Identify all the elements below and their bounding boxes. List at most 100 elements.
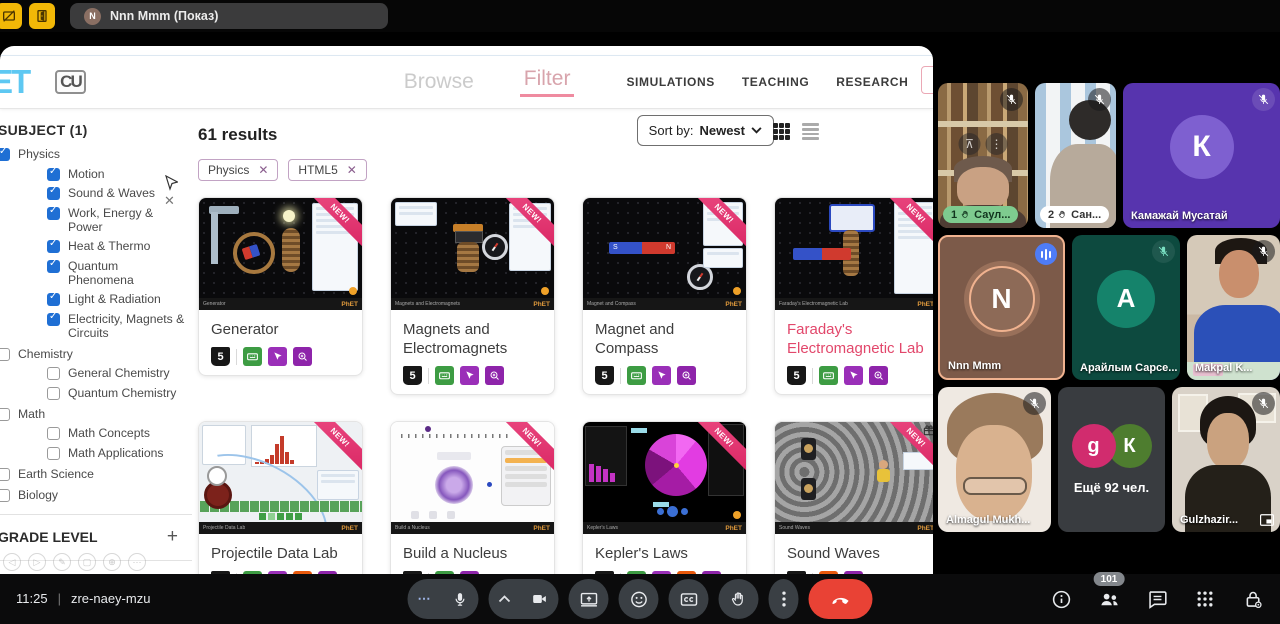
participant-count-badge: 101 xyxy=(1094,572,1125,586)
reactions-button[interactable] xyxy=(619,579,659,619)
sim-title[interactable]: Kepler's Laws xyxy=(595,544,734,563)
raise-hand-button[interactable] xyxy=(719,579,759,619)
back-icon[interactable]: ◁ xyxy=(3,553,21,571)
camera-icon[interactable] xyxy=(521,591,559,607)
participants-button[interactable]: 101 xyxy=(1094,584,1124,614)
phet-logo[interactable]: ET xyxy=(0,63,29,101)
more-icon[interactable]: ⋯ xyxy=(128,553,146,571)
phet-menu-button xyxy=(349,287,357,295)
remove-chip-icon[interactable]: ✕ xyxy=(258,163,268,177)
forward-icon[interactable]: ▷ xyxy=(28,553,46,571)
sim-title[interactable]: Faraday's Electromagnetic Lab xyxy=(787,320,926,358)
pin-icon[interactable]: ⊼ xyxy=(959,133,981,155)
board-icon[interactable]: ▢ xyxy=(78,553,96,571)
sim-title[interactable]: Build a Nucleus xyxy=(403,544,542,563)
filter-quantum[interactable]: Quantum Phenomena xyxy=(47,259,192,287)
presentation-off-button[interactable] xyxy=(0,3,22,29)
participant-tile-san[interactable]: 2 Сан... xyxy=(1035,83,1116,228)
cu-logo[interactable]: CU xyxy=(55,70,86,94)
nav-research[interactable]: RESEARCH xyxy=(836,75,908,89)
sim-title[interactable]: Sound Waves xyxy=(787,544,926,563)
grid-view-button[interactable] xyxy=(773,123,790,140)
info-icon xyxy=(1051,589,1072,610)
sim-title[interactable]: Generator xyxy=(211,320,350,339)
filter-heat-thermo[interactable]: Heat & Thermo xyxy=(47,239,192,253)
mic-icon[interactable] xyxy=(442,591,479,608)
sim-title[interactable]: Magnet and Compass xyxy=(595,320,734,358)
keyboard-badge xyxy=(243,347,262,366)
sort-dropdown[interactable]: Sort by: Newest xyxy=(637,115,774,146)
presenting-pill[interactable]: N Nnn Mmm (Показ) xyxy=(70,3,388,29)
magnifier-icon[interactable]: ⊕ xyxy=(103,553,121,571)
sim-card-projectile-data-lab[interactable]: NEW! Projectile Data LabPhET Projectile … xyxy=(198,421,363,574)
sort-value: Newest xyxy=(699,123,745,138)
picture-in-picture-icon[interactable] xyxy=(1260,514,1274,526)
filter-earth-science[interactable]: Earth Science xyxy=(0,467,192,481)
camera-control[interactable] xyxy=(489,579,559,619)
filter-biology[interactable]: Biology xyxy=(0,488,192,502)
filter-math[interactable]: Math xyxy=(0,407,192,421)
chat-button[interactable] xyxy=(1142,584,1172,614)
activities-button[interactable] xyxy=(1190,584,1220,614)
participant-tile-kamazhai[interactable]: К Камажай Мусатай xyxy=(1123,83,1280,228)
more-vertical-icon xyxy=(781,590,786,608)
pen-icon[interactable]: ✎ xyxy=(53,553,71,571)
nav-simulations[interactable]: SIMULATIONS xyxy=(626,75,714,89)
leave-room-button[interactable] xyxy=(29,3,55,29)
participant-tile-gulzhazir[interactable]: Gulzhazir... xyxy=(1172,387,1280,532)
sim-card-magnets-electromagnets[interactable]: NEW! Magnets and ElectromagnetsPhET Magn… xyxy=(390,197,555,395)
sim-title[interactable]: Projectile Data Lab xyxy=(211,544,350,563)
host-controls-button[interactable] xyxy=(1238,584,1268,614)
participant-tile-arailym[interactable]: A Арайлым Сарсе... xyxy=(1072,235,1180,380)
tab-filter[interactable]: Filter xyxy=(520,67,575,97)
mouse-cursor-icon xyxy=(165,175,178,192)
sim-card-keplers-laws[interactable]: NEW! Kepler's LawsPhET Kepler's Laws 5 xyxy=(582,421,747,574)
mic-control[interactable]: ⋯ xyxy=(408,579,479,619)
participant-tile-makpal[interactable]: Makpal K... xyxy=(1187,235,1280,380)
meeting-details-button[interactable] xyxy=(1046,584,1076,614)
donate-button-partial[interactable] xyxy=(921,66,933,94)
filter-general-chemistry[interactable]: General Chemistry xyxy=(47,366,192,380)
filter-math-applications[interactable]: Math Applications xyxy=(47,446,192,460)
filter-work-energy[interactable]: Work, Energy & Power xyxy=(47,206,192,234)
close-filter-icon[interactable]: ✕ xyxy=(164,193,175,209)
present-screen-icon xyxy=(579,590,598,609)
sim-thumbnail: SN NEW! xyxy=(583,198,746,298)
participant-tile-almagul[interactable]: Almagul Mukh... xyxy=(938,387,1051,532)
meeting-control-bar: 11:25 | zre-naey-mzu ⋯ xyxy=(0,574,1280,624)
mic-options-icon[interactable]: ⋯ xyxy=(408,591,442,607)
filter-physics[interactable]: Physics xyxy=(0,147,192,161)
chip-html5[interactable]: HTML5✕ xyxy=(288,159,366,181)
list-view-button[interactable] xyxy=(802,123,819,140)
end-call-button[interactable] xyxy=(809,579,873,619)
participant-tile-saule[interactable]: ⊼⋮ 1 Саул... xyxy=(938,83,1028,228)
filter-math-concepts[interactable]: Math Concepts xyxy=(47,426,192,440)
tab-browse[interactable]: Browse xyxy=(404,70,474,94)
sim-card-sound-waves[interactable]: NEW! Sound WavesPhET Sound Waves 5 xyxy=(774,421,933,574)
filter-chemistry[interactable]: Chemistry xyxy=(0,347,192,361)
grade-level-section[interactable]: GRADE LEVEL + xyxy=(0,514,192,548)
tile-menu-icon[interactable]: ⋮ xyxy=(986,133,1008,155)
participant-tile-nnn-mmm[interactable]: N Nnn Mmm xyxy=(938,235,1065,380)
expand-plus-icon[interactable]: + xyxy=(167,526,178,548)
nav-teaching[interactable]: TEACHING xyxy=(742,75,809,89)
sim-card-build-a-nucleus[interactable]: NEW! Build a NucleusPhET Build a Nucleus… xyxy=(390,421,555,574)
sim-card-generator[interactable]: NEW! GeneratorPhET Generator 5 xyxy=(198,197,363,376)
sim-card-magnet-compass[interactable]: SN NEW! Magnet and CompassPhET Magnet an… xyxy=(582,197,747,395)
camera-options-icon[interactable] xyxy=(489,595,521,603)
sim-card-faraday[interactable]: NEW! Faraday's Electromagnetic LabPhET F… xyxy=(774,197,933,395)
participant-name: Makpal K... xyxy=(1195,362,1252,374)
sim-title[interactable]: Magnets and Electromagnets xyxy=(403,320,542,358)
interactive-badge xyxy=(652,366,671,385)
filter-light-radiation[interactable]: Light & Radiation xyxy=(47,292,192,306)
captions-button[interactable] xyxy=(669,579,709,619)
filter-quantum-chemistry[interactable]: Quantum Chemistry xyxy=(47,386,192,400)
chip-physics[interactable]: Physics✕ xyxy=(198,159,278,181)
filter-electricity[interactable]: Electricity, Magnets & Circuits xyxy=(47,312,192,340)
more-participants-tile[interactable]: g К Ещё 92 чел. xyxy=(1058,387,1165,532)
mic-off-icon xyxy=(1152,240,1175,263)
present-screen-button[interactable] xyxy=(569,579,609,619)
annotation-toolbar[interactable]: ◁ ▷ ✎ ▢ ⊕ ⋯ xyxy=(3,553,146,571)
more-options-button[interactable] xyxy=(769,579,799,619)
remove-chip-icon[interactable]: ✕ xyxy=(347,163,357,177)
